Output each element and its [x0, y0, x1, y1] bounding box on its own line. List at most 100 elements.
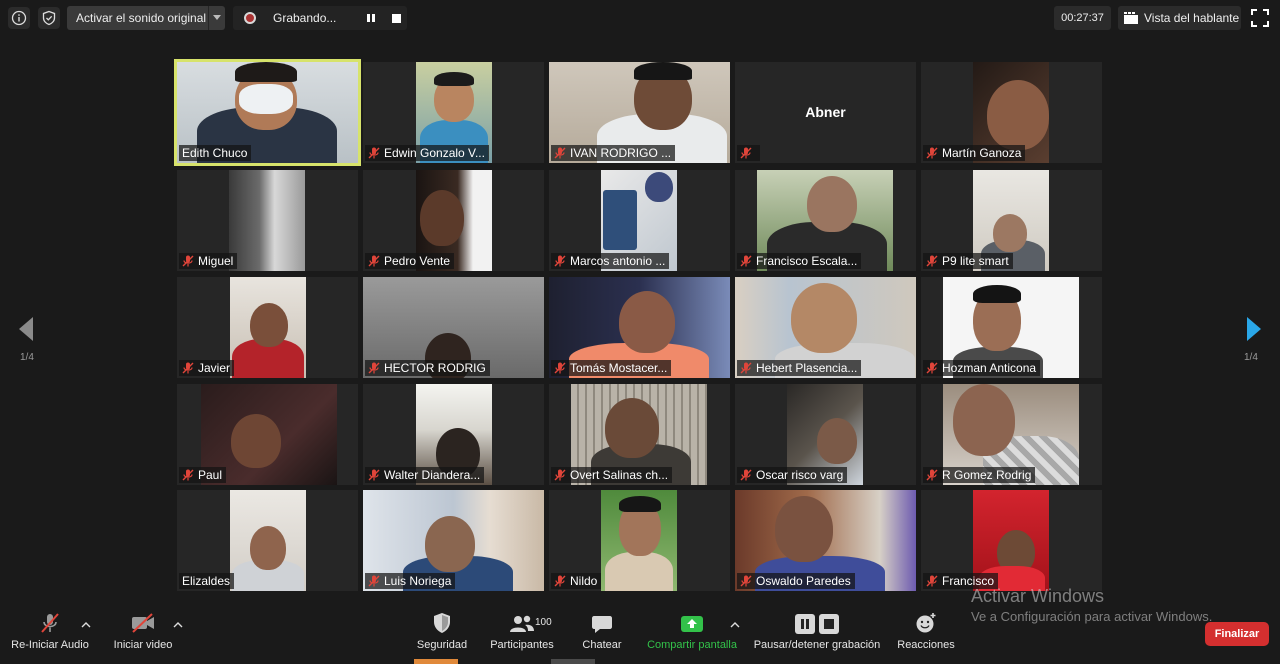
- encryption-shield-icon[interactable]: [38, 7, 60, 29]
- participant-name-tag: R Gomez Rodrig: [923, 467, 1036, 483]
- original-sound-button[interactable]: Activar el sonido original: [67, 6, 225, 30]
- participant-name-tag: [737, 145, 760, 161]
- participant-name: P9 lite smart: [942, 254, 1009, 268]
- participants-icon: [510, 615, 534, 632]
- participant-tile[interactable]: Javier: [177, 277, 358, 378]
- participant-name-tag: Edith Chuco: [179, 145, 252, 161]
- participant-tile[interactable]: Oswaldo Paredes: [735, 490, 916, 591]
- participant-tile[interactable]: HECTOR RODRIG: [363, 277, 544, 378]
- participant-tile[interactable]: IVAN RODRIGO ...: [549, 62, 730, 163]
- muted-mic-icon: [182, 255, 194, 267]
- audio-options-chevron-up-icon[interactable]: [81, 620, 91, 630]
- participant-name-tag: Oscar risco varg: [737, 467, 848, 483]
- recording-dot-icon: [244, 12, 256, 24]
- participant-tile[interactable]: Oscar risco varg: [735, 384, 916, 485]
- muted-mic-icon: [740, 469, 752, 481]
- participant-name-tag: Edwin Gonzalo V...: [365, 145, 489, 161]
- participant-tile[interactable]: Nildo: [549, 490, 730, 591]
- participant-tile[interactable]: Tomás Mostacer...: [549, 277, 730, 378]
- participant-name: Oscar risco varg: [756, 468, 844, 482]
- next-page-arrow-icon[interactable]: [1244, 316, 1264, 342]
- participant-name: HECTOR RODRIG: [384, 361, 486, 375]
- muted-mic-icon: [740, 575, 752, 587]
- participant-name: IVAN RODRIGO ...: [570, 146, 672, 160]
- meeting-toolbar: Re-Iniciar Audio Iniciar video Seguridad…: [0, 605, 1280, 664]
- participant-name-tag: P9 lite smart: [923, 253, 1013, 269]
- watermark-title: Activar Windows: [971, 586, 1105, 606]
- end-meeting-button[interactable]: Finalizar: [1205, 622, 1269, 646]
- participant-tile[interactable]: Martín Ganoza: [921, 62, 1102, 163]
- muted-mic-icon: [368, 255, 380, 267]
- participant-name-tag: Overt Salinas ch...: [551, 467, 673, 483]
- participant-tile[interactable]: R Gomez Rodrig: [921, 384, 1102, 485]
- previous-page-arrow-icon[interactable]: [16, 316, 36, 342]
- share-screen-button[interactable]: Compartir pantalla: [642, 605, 742, 664]
- share-options-chevron-up-icon[interactable]: [730, 620, 740, 630]
- participant-tile[interactable]: Walter Diandera...: [363, 384, 544, 485]
- reactions-label: Reacciones: [897, 639, 955, 651]
- participant-name-tag: Marcos antonio ...: [551, 253, 670, 269]
- speaker-view-button[interactable]: Vista del hablante: [1118, 6, 1241, 30]
- participant-tile[interactable]: Edith Chuco: [174, 59, 361, 166]
- participant-name-tag: Francisco Escala...: [737, 253, 862, 269]
- participant-name-tag: Miguel: [179, 253, 238, 269]
- participant-name-tag: Javier: [179, 360, 235, 376]
- chat-bubble-icon: [592, 616, 612, 633]
- participant-tile[interactable]: Overt Salinas ch...: [549, 384, 730, 485]
- participant-video: [230, 490, 306, 591]
- participant-name: Pedro Vente: [384, 254, 451, 268]
- security-button[interactable]: Seguridad: [412, 605, 472, 664]
- muted-mic-icon: [926, 362, 938, 374]
- participant-tile[interactable]: Edwin Gonzalo V...: [363, 62, 544, 163]
- reinitiate-audio-button[interactable]: Re-Iniciar Audio: [8, 605, 92, 664]
- participant-tile[interactable]: Francisco Escala...: [735, 170, 916, 271]
- participant-name-tag: Martín Ganoza: [923, 145, 1026, 161]
- participant-tile[interactable]: Luis Noriega: [363, 490, 544, 591]
- chevron-down-icon[interactable]: [208, 6, 225, 30]
- participant-tile[interactable]: Elizaldes: [177, 490, 358, 591]
- pause-recording-icon[interactable]: [360, 6, 382, 30]
- fullscreen-icon[interactable]: [1250, 8, 1270, 28]
- muted-mic-icon: [926, 575, 938, 587]
- muted-mic-icon: [368, 575, 380, 587]
- participant-tile[interactable]: Francisco: [921, 490, 1102, 591]
- start-video-button[interactable]: Iniciar video: [108, 605, 178, 664]
- participant-tile[interactable]: Pedro Vente: [363, 170, 544, 271]
- participant-tile[interactable]: Hebert Plasencia...: [735, 277, 916, 378]
- video-options-chevron-up-icon[interactable]: [173, 620, 183, 630]
- participant-tile[interactable]: Miguel: [177, 170, 358, 271]
- participant-name-tag: Hozman Anticona: [923, 360, 1041, 376]
- participant-tile[interactable]: Marcos antonio ...: [549, 170, 730, 271]
- participant-name: Paul: [198, 468, 223, 482]
- participant-name-tag: Oswaldo Paredes: [737, 573, 855, 589]
- stop-recording-icon[interactable]: [385, 6, 407, 30]
- security-shield-icon: [434, 613, 450, 633]
- participant-tile[interactable]: P9 lite smart: [921, 170, 1102, 271]
- muted-mic-icon: [554, 575, 566, 587]
- page-indicator-right: 1/4: [1244, 352, 1258, 363]
- participant-name: Marcos antonio ...: [570, 254, 666, 268]
- audio-label: Re-Iniciar Audio: [11, 639, 89, 651]
- participant-name-tag: Luis Noriega: [365, 573, 456, 589]
- participant-name: Hebert Plasencia...: [756, 361, 858, 375]
- top-bar: Activar el sonido original Grabando... 0…: [0, 0, 1280, 36]
- chat-button[interactable]: Chatear: [578, 605, 626, 664]
- participants-button[interactable]: Participantes: [488, 605, 556, 664]
- meeting-info-icon[interactable]: [8, 7, 30, 29]
- share-screen-icon: [681, 616, 703, 632]
- participant-name-tag: IVAN RODRIGO ...: [551, 145, 676, 161]
- participant-name: Miguel: [198, 254, 234, 268]
- participants-count: 100: [535, 617, 552, 628]
- participant-name: Elizaldes: [182, 574, 231, 588]
- participant-tile[interactable]: Abner: [735, 62, 916, 163]
- participant-name-center: Abner: [805, 104, 846, 120]
- muted-mic-icon: [182, 469, 194, 481]
- reactions-button[interactable]: Reacciones: [895, 605, 957, 664]
- recording-label: Grabando...: [273, 11, 337, 25]
- muted-mic-icon: [368, 147, 380, 159]
- original-sound-label: Activar el sonido original: [76, 11, 207, 25]
- participant-tile[interactable]: Paul: [177, 384, 358, 485]
- participant-tile[interactable]: Hozman Anticona: [921, 277, 1102, 378]
- muted-mic-icon: [368, 469, 380, 481]
- pause-stop-recording-button[interactable]: Pausar/detener grabación: [752, 605, 882, 664]
